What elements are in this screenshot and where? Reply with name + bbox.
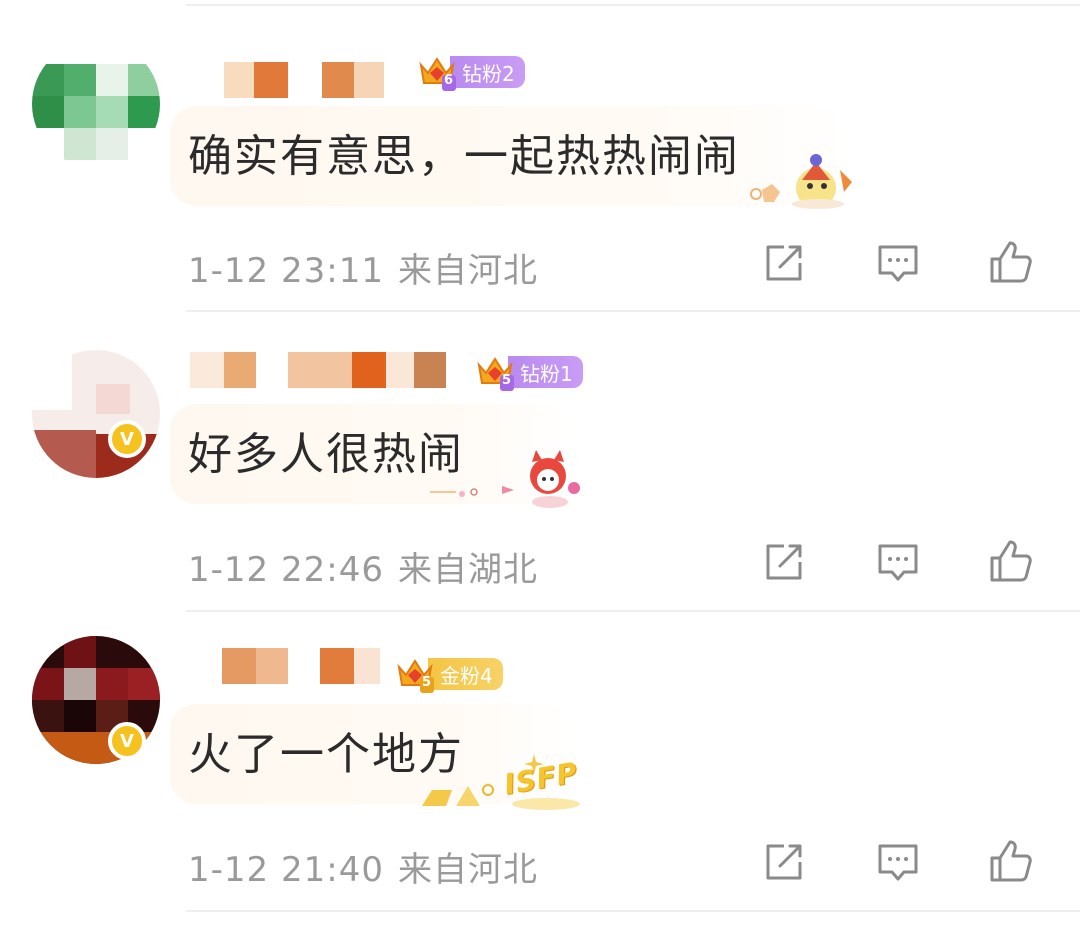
comment-text: 确实有意思，一起热热闹闹 (188, 131, 740, 182)
comment-button[interactable] (874, 838, 922, 886)
avatar[interactable] (32, 40, 160, 168)
crown-icon: 6 (416, 51, 458, 93)
fan-badge[interactable]: 5 金粉4 (394, 653, 503, 695)
share-icon (766, 245, 802, 281)
share-icon (766, 544, 802, 580)
user-name-blurred[interactable] (190, 62, 450, 98)
like-button[interactable] (986, 239, 1034, 287)
dragon-sticker-icon (740, 148, 864, 214)
verified-badge: V (108, 420, 146, 458)
like-icon (990, 540, 1032, 582)
comment-time: 1-12 21:40 (188, 850, 384, 890)
comment-text: 好多人很热闹 (188, 429, 464, 480)
comment-icon (878, 245, 918, 282)
comment-meta: 1-12 22:46 来自湖北 (188, 542, 538, 591)
user-name-blurred[interactable] (190, 352, 450, 388)
comment-meta: 1-12 21:40 来自河北 (188, 842, 538, 891)
share-button[interactable] (760, 239, 808, 287)
comment-item: 6 钻粉2 确实有意思，一起热热闹闹 1-12 23:11 来自河北 (0, 0, 1080, 300)
verified-badge: V (108, 722, 146, 760)
fan-level: 6 (444, 73, 454, 88)
share-button[interactable] (760, 838, 808, 886)
comment-meta: 1-12 23:11 来自河北 (188, 243, 538, 292)
comment-location: 来自湖北 (397, 550, 538, 590)
comment-icon (878, 544, 918, 581)
fan-level: 5 (502, 373, 512, 388)
avatar[interactable] (32, 350, 160, 478)
share-button[interactable] (760, 538, 808, 586)
comment-time: 1-12 22:46 (188, 550, 384, 590)
like-icon (990, 241, 1032, 283)
comment-icon (878, 844, 918, 881)
fan-badge[interactable]: 6 钻粉2 (416, 51, 525, 93)
crown-icon: 5 (394, 653, 436, 695)
share-icon (766, 844, 802, 880)
fan-badge[interactable]: 5 钻粉1 (474, 351, 583, 393)
fan-badge-label: 金粉4 (428, 658, 503, 690)
like-button[interactable] (986, 838, 1034, 886)
comment-button[interactable] (874, 239, 922, 287)
isfp-sticker: ISFP (416, 746, 586, 816)
like-icon (990, 840, 1032, 882)
like-button[interactable] (986, 538, 1034, 586)
fox-sticker-icon (426, 446, 586, 514)
comment-item: V 5 金粉4 火了一个地方 ISFP 1-12 21:40 来自河北 (0, 600, 1080, 900)
fan-badge-label: 钻粉2 (450, 56, 525, 88)
comment-divider (186, 910, 1080, 912)
comment-time: 1-12 23:11 (188, 251, 384, 291)
fan-badge-label: 钻粉1 (508, 356, 583, 388)
fan-level: 5 (422, 675, 432, 690)
comment-location: 来自河北 (397, 850, 538, 890)
comment-button[interactable] (874, 538, 922, 586)
comment-location: 来自河北 (397, 251, 538, 291)
crown-icon: 5 (474, 351, 516, 393)
comment-item: V 5 钻粉1 好多人很热闹 1-12 22:46 来自湖北 (0, 300, 1080, 600)
